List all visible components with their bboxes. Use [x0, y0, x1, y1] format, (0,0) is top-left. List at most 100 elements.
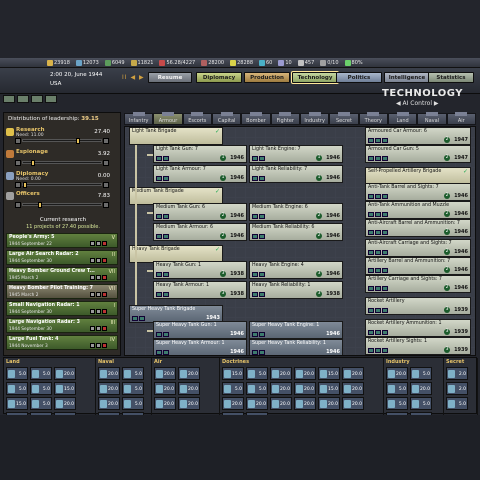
- tab-statistics[interactable]: Statistics: [428, 72, 474, 83]
- move-up-icon[interactable]: [90, 292, 95, 297]
- move-down-icon[interactable]: [96, 292, 101, 297]
- slider-knob[interactable]: [38, 202, 43, 208]
- move-down-icon[interactable]: [96, 258, 101, 263]
- tech-node[interactable]: Anti-Aircraft Barrel and Ammunition: 7 19…: [365, 219, 471, 237]
- cancel-icon[interactable]: [102, 343, 107, 348]
- move-up-icon[interactable]: [90, 326, 95, 331]
- summary-cell[interactable]: 5.0: [30, 367, 52, 380]
- tech-node[interactable]: Medium Tank Engine: 6 1946 2: [249, 203, 343, 221]
- tech-node[interactable]: Super Heavy Tank Gun: 1 1946: [153, 321, 247, 339]
- cancel-icon[interactable]: [102, 326, 107, 331]
- research-project[interactable]: People's Army: 5 1944 September 22 V: [6, 233, 118, 248]
- summary-cell[interactable]: 2.0: [446, 382, 468, 395]
- tab-production[interactable]: Production: [244, 72, 290, 83]
- summary-cell[interactable]: 20.0: [246, 397, 268, 410]
- category-tab-land[interactable]: Land: [387, 112, 418, 125]
- cancel-icon[interactable]: [102, 292, 107, 297]
- summary-cell[interactable]: 20.0: [154, 382, 176, 395]
- research-project[interactable]: Large Navigation Radar: 3 1944 September…: [6, 318, 118, 333]
- summary-cell[interactable]: 5.0: [386, 397, 408, 410]
- decrease-button[interactable]: [15, 202, 21, 208]
- tech-node[interactable]: Armoured Car Gun: 5 1947 2: [365, 145, 471, 163]
- research-project[interactable]: Large Air Search Radar: 2 1944 September…: [6, 250, 118, 265]
- blueprint-view-icon[interactable]: [45, 95, 57, 103]
- tech-node[interactable]: Heavy Tank Gun: 1 1938 3: [153, 261, 247, 279]
- category-tab-secret[interactable]: Secret: [329, 112, 359, 125]
- move-down-icon[interactable]: [96, 309, 101, 314]
- summary-cell[interactable]: 15.0: [318, 367, 340, 380]
- increase-button[interactable]: [103, 138, 109, 144]
- summary-cell[interactable]: 5.0: [122, 397, 144, 410]
- summary-cell[interactable]: 20.0: [386, 367, 408, 380]
- research-project[interactable]: Large Fuel Tank: 4 1944 November 3 IV: [6, 335, 118, 350]
- summary-cell[interactable]: 5.0: [6, 367, 28, 380]
- tech-node[interactable]: Rocket Artillery Ammunition: 1 1939 3: [365, 319, 471, 337]
- tech-node[interactable]: Heavy Tank Armour: 1 1938 3: [153, 281, 247, 299]
- summary-cell[interactable]: 20.0: [98, 397, 120, 410]
- tab-diplomacy[interactable]: Diplomacy: [196, 72, 242, 83]
- summary-cell[interactable]: 15.0: [54, 382, 76, 395]
- summary-cell[interactable]: 20.0: [342, 397, 364, 410]
- leadership-slider[interactable]: [15, 160, 109, 166]
- category-tab-naval[interactable]: Naval: [417, 112, 447, 125]
- summary-cell[interactable]: 20.0: [294, 382, 316, 395]
- cancel-icon[interactable]: [102, 241, 107, 246]
- map-view-icon[interactable]: [3, 95, 15, 103]
- summary-cell[interactable]: 5.0: [222, 382, 244, 395]
- tech-node[interactable]: Rocket Artillery Sights: 1 1939 3: [365, 337, 471, 355]
- summary-cell[interactable]: 20.0: [54, 367, 76, 380]
- increase-button[interactable]: [103, 202, 109, 208]
- summary-cell[interactable]: 20.0: [54, 397, 76, 410]
- tech-node[interactable]: Light Tank Brigade ✓: [129, 127, 223, 145]
- move-up-icon[interactable]: [90, 309, 95, 314]
- tech-node[interactable]: Medium Tank Armour: 6 1946 2: [153, 223, 247, 241]
- ai-control-toggle[interactable]: ◀ AI Control ▶: [396, 100, 439, 107]
- summary-cell[interactable]: 20.0: [318, 397, 340, 410]
- move-up-icon[interactable]: [90, 275, 95, 280]
- tech-node[interactable]: Armoured Car Armour: 6 1947 2: [365, 127, 471, 145]
- summary-cell[interactable]: 20.0: [294, 397, 316, 410]
- tech-node[interactable]: Artillery Barrel and Ammunition: 7 1946 2: [365, 257, 471, 275]
- tech-node[interactable]: Heavy Tank Reliability: 1 1938 3: [249, 281, 343, 299]
- unit-view-icon[interactable]: [31, 95, 43, 103]
- move-up-icon[interactable]: [90, 258, 95, 263]
- summary-cell[interactable]: 5.0: [30, 382, 52, 395]
- category-tab-air[interactable]: Air: [446, 112, 476, 125]
- tech-node[interactable]: Light Tank Armour: 7 1946 1: [153, 165, 247, 183]
- slider-knob[interactable]: [23, 182, 27, 188]
- tech-node[interactable]: Anti-Aircraft Carriage and Sights: 7 1946…: [365, 239, 471, 257]
- tech-node[interactable]: Super Heavy Tank Armour: 1 1946: [153, 339, 247, 355]
- summary-cell[interactable]: 20.0: [270, 382, 292, 395]
- tech-node[interactable]: Medium Tank Gun: 6 1946 2: [153, 203, 247, 221]
- tech-node[interactable]: Medium Tank Reliability: 6 1946 2: [249, 223, 343, 241]
- cancel-icon[interactable]: [102, 275, 107, 280]
- increase-button[interactable]: [103, 160, 109, 166]
- summary-cell[interactable]: 20.0: [154, 367, 176, 380]
- category-tab-fighter[interactable]: Fighter: [270, 112, 300, 125]
- summary-cell[interactable]: 20.0: [410, 382, 432, 395]
- summary-cell[interactable]: 5.0: [122, 382, 144, 395]
- category-tab-industry[interactable]: Industry: [299, 112, 330, 125]
- summary-cell[interactable]: 15.0: [222, 367, 244, 380]
- category-tab-armour[interactable]: Armour: [153, 112, 183, 125]
- move-down-icon[interactable]: [96, 275, 101, 280]
- research-project[interactable]: Heavy Bomber Ground Crew T... 1945 March…: [6, 267, 118, 282]
- slider-knob[interactable]: [76, 138, 81, 144]
- move-down-icon[interactable]: [96, 326, 101, 331]
- research-project[interactable]: Small Navigation Radar: 1 1944 September…: [6, 301, 118, 316]
- summary-cell[interactable]: 15.0: [6, 397, 28, 410]
- move-up-icon[interactable]: [90, 343, 95, 348]
- summary-cell[interactable]: 20.0: [178, 397, 200, 410]
- summary-cell[interactable]: 5.0: [30, 397, 52, 410]
- decrease-button[interactable]: [15, 138, 21, 144]
- leadership-slider[interactable]: [15, 182, 109, 188]
- summary-cell[interactable]: 15.0: [318, 382, 340, 395]
- tech-node[interactable]: Light Tank Reliability: 7 1946 1: [249, 165, 343, 183]
- summary-cell[interactable]: 5.0: [410, 367, 432, 380]
- summary-cell[interactable]: 5.0: [246, 367, 268, 380]
- leadership-slider[interactable]: [15, 138, 109, 144]
- cancel-icon[interactable]: [102, 309, 107, 314]
- summary-cell[interactable]: 20.0: [294, 367, 316, 380]
- tech-node[interactable]: Super Heavy Tank Reliability: 1 1946: [249, 339, 343, 355]
- category-tab-infantry[interactable]: Infantry: [124, 112, 154, 125]
